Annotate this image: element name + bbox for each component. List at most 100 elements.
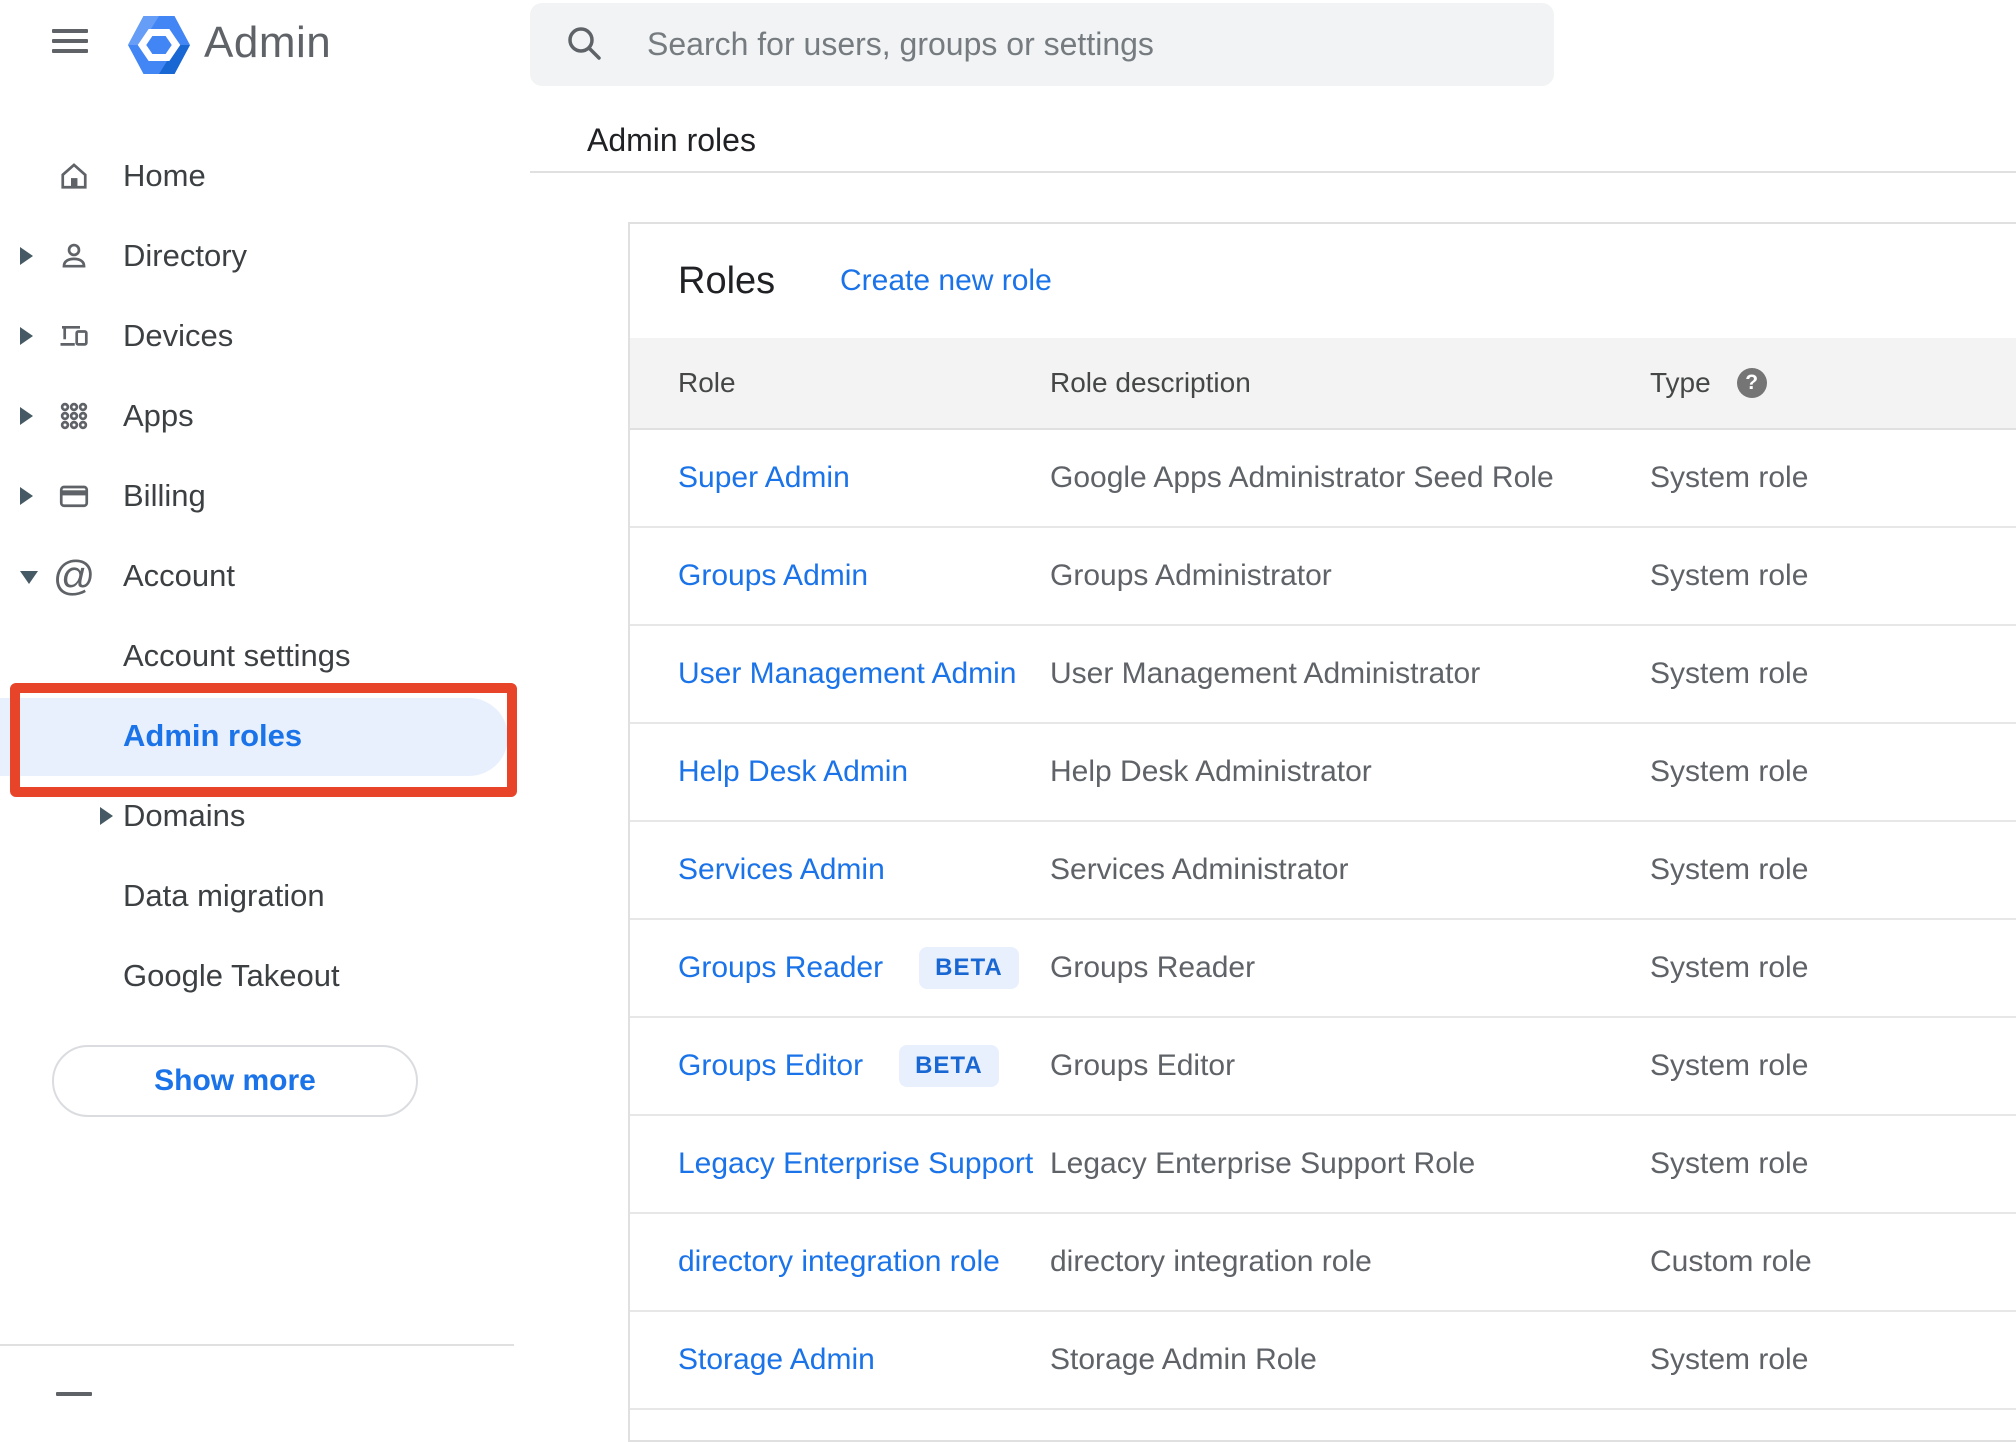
app-title: Admin: [204, 18, 332, 67]
role-link[interactable]: Groups Admin: [678, 559, 868, 593]
role-description-cell: User Management Administrator: [1050, 657, 1481, 690]
search-icon: [568, 27, 601, 60]
apps-icon: [56, 398, 92, 434]
card-icon: [56, 478, 92, 514]
role-type-cell: System role: [1650, 1343, 1809, 1376]
table-row-super-admin: Super Admin Google Apps Administrator See…: [630, 430, 2016, 528]
role-cell: Storage Admin: [678, 1343, 875, 1377]
devices-icon: [56, 318, 92, 354]
beta-badge: BETA: [899, 1045, 999, 1087]
expand-arrow-icon[interactable]: [20, 327, 33, 345]
sidebar-item-directory[interactable]: Directory: [0, 216, 530, 296]
table-row-directory-integration-role: directory integration role directory inte…: [630, 1214, 2016, 1312]
role-type-cell: System role: [1650, 853, 1809, 886]
role-link[interactable]: directory integration role: [678, 1245, 1000, 1279]
sidebar-item-admin-roles[interactable]: Admin roles: [0, 696, 530, 776]
sidebar-item-domains[interactable]: Domains: [0, 776, 530, 856]
role-type-cell: System role: [1650, 657, 1809, 690]
role-cell: directory integration role: [678, 1245, 1000, 1279]
role-cell: Legacy Enterprise Support: [678, 1147, 1033, 1181]
sidebar-item-label: Account settings: [123, 638, 351, 673]
breadcrumb: Admin roles: [587, 122, 756, 158]
at-icon: @: [52, 552, 96, 599]
role-type-cell: System role: [1650, 559, 1809, 592]
expand-arrow-icon[interactable]: [20, 407, 33, 425]
column-header-role-description: Role description: [1050, 367, 1251, 398]
role-cell: Groups Admin: [678, 559, 868, 593]
person-icon: [56, 238, 92, 274]
table-row-groups-editor: Groups Editor BETA Groups Editor System rol…: [630, 1018, 2016, 1116]
role-description-cell: Help Desk Administrator: [1050, 755, 1372, 788]
role-link[interactable]: Services Admin: [678, 853, 885, 887]
sidebar-divider: [0, 1344, 514, 1346]
beta-badge: BETA: [919, 947, 1019, 989]
sidebar-item-label: Data migration: [123, 878, 325, 913]
column-header-label: Type: [1650, 367, 1711, 398]
role-description-cell: Services Administrator: [1050, 853, 1349, 886]
table-row-storage-admin: Storage Admin Storage Admin Role System ro…: [630, 1312, 2016, 1410]
sidebar-item-apps[interactable]: Apps: [0, 376, 530, 456]
sidebar-item-label: Home: [123, 158, 206, 193]
content-divider: [530, 171, 2016, 173]
table-row-groups-admin: Groups Admin Groups Administrator System r…: [630, 528, 2016, 626]
role-description-cell: Google Apps Administrator Seed Role: [1050, 461, 1554, 494]
role-description-cell: Groups Administrator: [1050, 559, 1332, 592]
sidebar-item-billing[interactable]: Billing: [0, 456, 530, 536]
role-cell: Groups Editor BETA: [678, 1045, 999, 1087]
role-type-cell: System role: [1650, 1049, 1809, 1082]
role-link[interactable]: Legacy Enterprise Support: [678, 1147, 1033, 1181]
expand-arrow-icon[interactable]: [100, 807, 113, 825]
collapse-arrow-icon[interactable]: [20, 571, 38, 584]
table-row-legacy-enterprise-support: Legacy Enterprise Support Legacy Enterpri…: [630, 1116, 2016, 1214]
search-placeholder: Search for users, groups or settings: [647, 26, 1154, 62]
table-header-row: Role Role description Type?: [630, 338, 2016, 430]
sidebar-item-label: Admin roles: [123, 718, 303, 753]
sidebar-item-devices[interactable]: Devices: [0, 296, 530, 376]
sidebar-item-home[interactable]: Home: [0, 136, 530, 216]
role-type-cell: System role: [1650, 461, 1809, 494]
role-cell: User Management Admin: [678, 657, 1017, 691]
expand-arrow-icon[interactable]: [20, 247, 33, 265]
roles-card: Roles Create new role Role Role descripti…: [628, 222, 2016, 1442]
role-type-cell: System role: [1650, 951, 1809, 984]
sidebar-item-data-migration[interactable]: Data migration: [0, 856, 530, 936]
table-row-services-admin: Services Admin Services Administrator Syst…: [630, 822, 2016, 920]
role-link[interactable]: Help Desk Admin: [678, 755, 908, 789]
table-row-groups-reader: Groups Reader BETA Groups Reader System rol…: [630, 920, 2016, 1018]
role-link[interactable]: Groups Reader: [678, 951, 883, 985]
role-link[interactable]: User Management Admin: [678, 657, 1017, 691]
admin-logo-icon: [128, 16, 190, 79]
sidebar-item-google-takeout[interactable]: Google Takeout: [0, 936, 530, 1016]
role-type-cell: System role: [1650, 755, 1809, 788]
role-description-cell: Groups Reader: [1050, 951, 1256, 984]
roles-title: Roles: [678, 260, 776, 302]
role-description-cell: Storage Admin Role: [1050, 1343, 1317, 1376]
column-header-type: Type?: [1650, 367, 1767, 399]
roles-card-header: Roles Create new role: [630, 224, 2016, 338]
sidebar-item-account-settings[interactable]: Account settings: [0, 616, 530, 696]
role-type-cell: System role: [1650, 1147, 1809, 1180]
role-type-cell: Custom role: [1650, 1245, 1812, 1278]
sidebar-item-label: Directory: [123, 238, 248, 273]
sidebar-item-label: Billing: [123, 478, 206, 513]
role-link[interactable]: Storage Admin: [678, 1343, 875, 1377]
table-row-help-desk-admin: Help Desk Admin Help Desk Administrator Sy…: [630, 724, 2016, 822]
role-description-cell: directory integration role: [1050, 1245, 1372, 1278]
role-description-cell: Groups Editor: [1050, 1049, 1236, 1082]
sidebar-item-account[interactable]: @ Account: [0, 536, 530, 616]
sidebar-item-label: Account: [123, 558, 236, 593]
show-more-button[interactable]: Show more: [52, 1045, 418, 1117]
create-new-role-link[interactable]: Create new role: [840, 266, 1052, 296]
hamburger-menu-icon[interactable]: [52, 29, 88, 55]
role-link[interactable]: Groups Editor: [678, 1049, 863, 1083]
help-icon[interactable]: ?: [1736, 368, 1767, 398]
column-header-role: Role: [678, 367, 736, 398]
expand-arrow-icon[interactable]: [20, 487, 33, 505]
role-cell: Help Desk Admin: [678, 755, 908, 789]
home-icon: [56, 158, 92, 194]
search-input[interactable]: Search for users, groups or settings: [530, 3, 1554, 86]
cutoff-icon: [56, 1392, 92, 1396]
role-cell: Super Admin: [678, 461, 850, 495]
role-link[interactable]: Super Admin: [678, 461, 850, 495]
sidebar-nav: Home Directory Devices Apps Billing @ Account A…: [0, 136, 530, 1016]
